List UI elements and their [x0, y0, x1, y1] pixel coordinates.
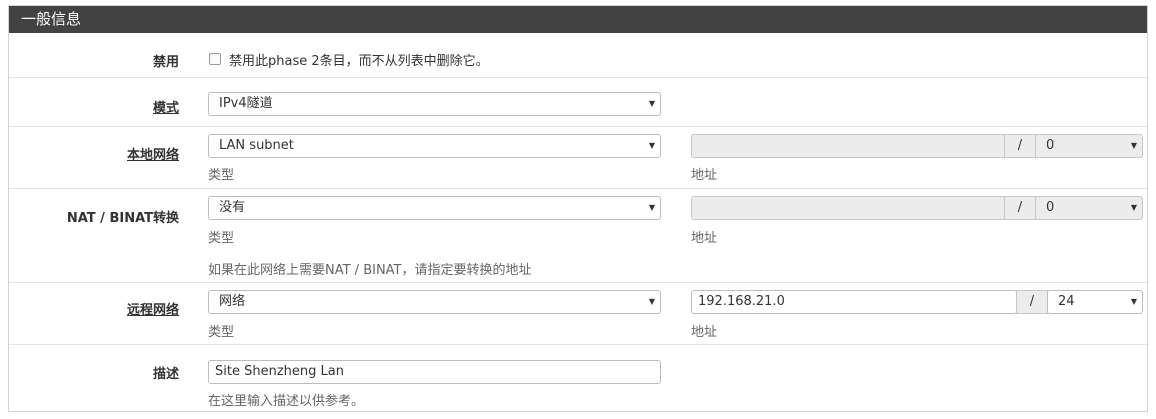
caret-down-icon: ▼	[648, 203, 655, 212]
mode-select[interactable]: IPv4隧道 ▼	[208, 92, 661, 116]
description-label: 描述	[152, 367, 179, 382]
nat-type-help: 类型	[208, 231, 235, 246]
local-network-label[interactable]: 本地网络	[127, 144, 179, 163]
local-network-slash: /	[1004, 134, 1036, 158]
description-input[interactable]: Site Shenzheng Lan	[208, 360, 661, 384]
panel-title: 一般信息	[9, 6, 1147, 33]
local-network-type-help: 类型	[208, 168, 235, 183]
remote-network-type-select[interactable]: 网络 ▼	[208, 290, 661, 314]
remote-network-slash: /	[1016, 290, 1048, 314]
remote-network-address-input[interactable]: 192.168.21.0	[691, 290, 1017, 314]
nat-mask-select: 0 ▼	[1035, 196, 1143, 220]
nat-address-input	[691, 196, 1005, 220]
row-disabled: 禁用 禁用此phase 2条目，而不从列表中删除它。	[9, 33, 1147, 77]
row-mode: 模式 IPv4隧道 ▼	[9, 77, 1147, 126]
local-network-address-input	[691, 134, 1005, 158]
remote-network-address-help: 地址	[691, 325, 718, 340]
remote-network-mask-value: 24	[1058, 294, 1075, 309]
nat-address-help: 地址	[691, 231, 718, 246]
row-remote-network: 远程网络 网络 ▼ 类型 192.168.21.0 / 24 ▼ 地址	[9, 282, 1147, 344]
general-info-panel: 一般信息 禁用 禁用此phase 2条目，而不从列表中删除它。 模式 IPv4隧…	[8, 5, 1148, 412]
remote-network-label[interactable]: 远程网络	[127, 299, 179, 318]
caret-down-icon: ▼	[1130, 203, 1137, 212]
mode-label[interactable]: 模式	[153, 97, 179, 116]
mode-select-value: IPv4隧道	[219, 96, 273, 111]
nat-slash: /	[1004, 196, 1036, 220]
local-network-type-value: LAN subnet	[219, 138, 294, 153]
disabled-checkbox[interactable]	[209, 53, 221, 65]
row-local-network: 本地网络 LAN subnet ▼ 类型 / 0 ▼ 地址	[9, 126, 1147, 188]
caret-down-icon: ▼	[1130, 141, 1137, 150]
local-network-mask-select: 0 ▼	[1035, 134, 1143, 158]
local-network-mask-value: 0	[1046, 138, 1055, 153]
row-description: 描述 Site Shenzheng Lan 在这里输入描述以供参考。	[9, 344, 1147, 412]
caret-down-icon: ▼	[648, 99, 655, 108]
nat-type-select[interactable]: 没有 ▼	[208, 196, 661, 220]
remote-network-type-value: 网络	[219, 294, 246, 309]
remote-network-mask-select[interactable]: 24 ▼	[1047, 290, 1143, 314]
description-help: 在这里输入描述以供参考。	[208, 394, 365, 409]
nat-label: NAT / BINAT转换	[66, 211, 179, 226]
nat-note: 如果在此网络上需要NAT / BINAT，请指定要转换的地址	[208, 263, 532, 278]
caret-down-icon: ▼	[648, 141, 655, 150]
caret-down-icon: ▼	[1130, 297, 1137, 306]
nat-type-value: 没有	[219, 200, 246, 215]
remote-network-type-help: 类型	[208, 325, 235, 340]
disabled-label: 禁用	[152, 55, 179, 70]
caret-down-icon: ▼	[648, 297, 655, 306]
row-nat: NAT / BINAT转换 没有 ▼ 类型 / 0 ▼ 地址 如果在此网络上需要…	[9, 188, 1147, 282]
disabled-checkbox-label[interactable]: 禁用此phase 2条目，而不从列表中删除它。	[229, 50, 489, 69]
nat-mask-value: 0	[1046, 200, 1055, 215]
local-network-type-select[interactable]: LAN subnet ▼	[208, 134, 661, 158]
local-network-address-help: 地址	[691, 168, 718, 183]
